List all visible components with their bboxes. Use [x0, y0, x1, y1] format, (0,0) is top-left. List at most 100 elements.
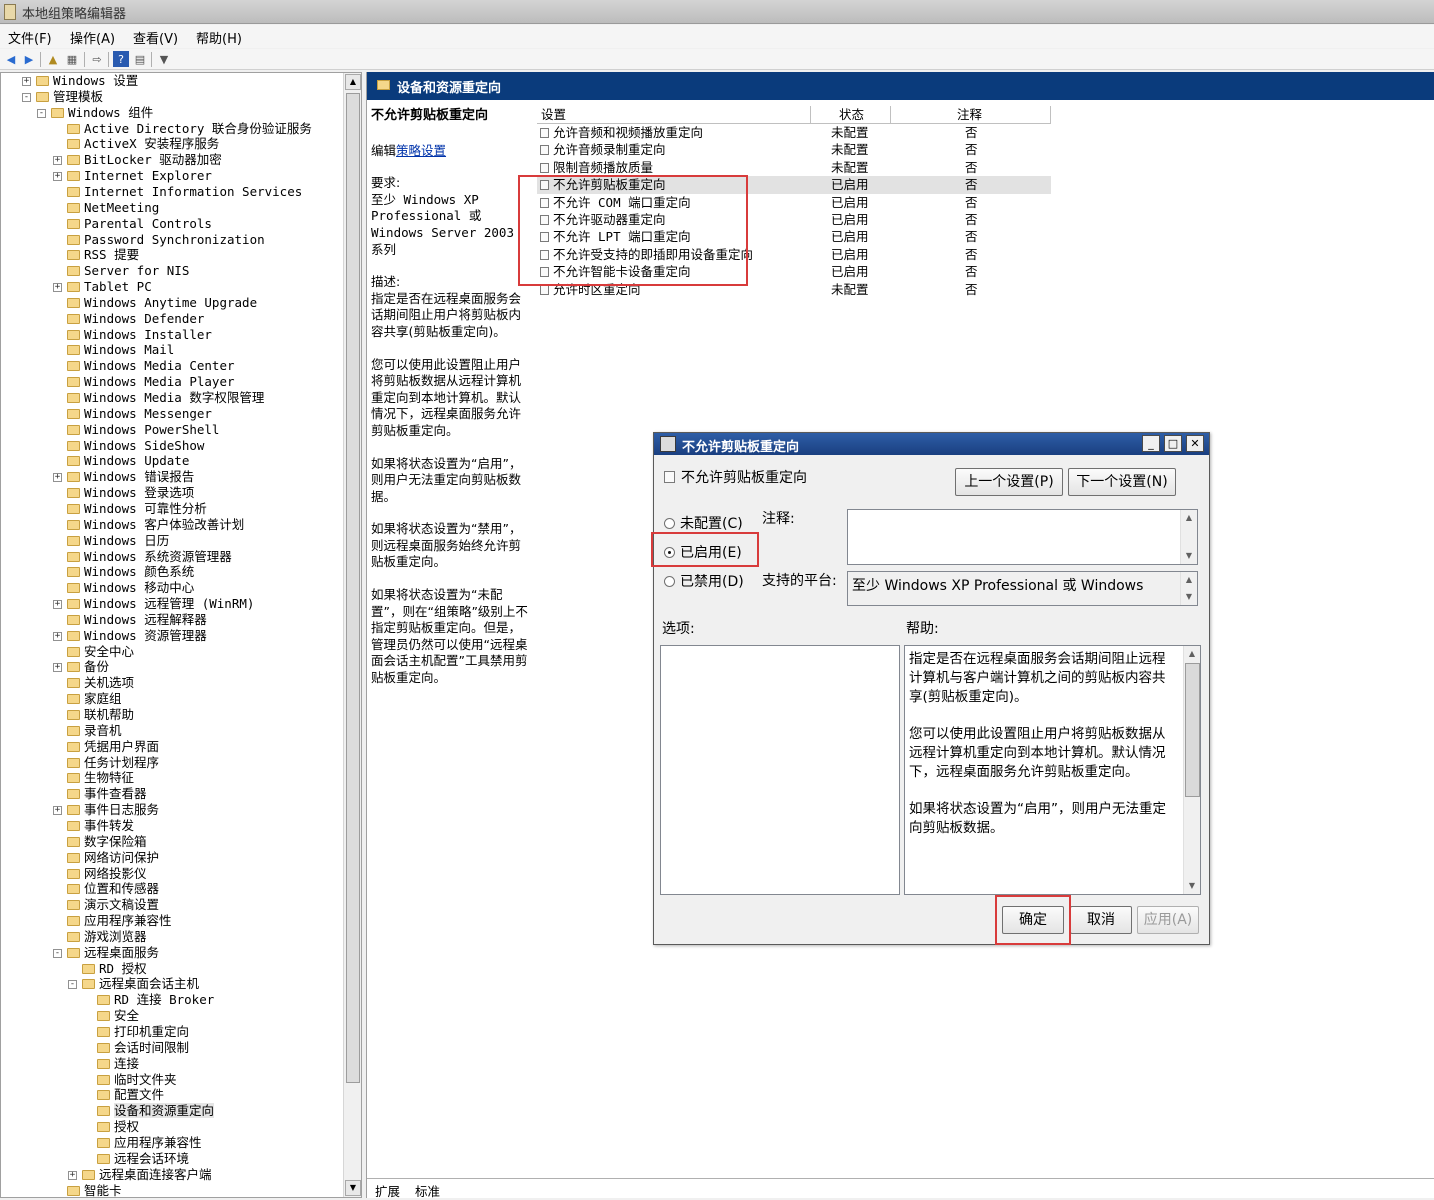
tree-item[interactable]: 应用程序兼容性 [67, 913, 172, 929]
tree-item[interactable]: Windows 移动中心 [67, 580, 194, 596]
tree-item[interactable]: 安全 [97, 1008, 139, 1024]
tree-item[interactable]: 远程会话环境 [97, 1151, 189, 1167]
tree-item[interactable]: Windows Defender [67, 311, 204, 327]
expand-icon[interactable]: + [53, 473, 62, 483]
previous-setting-button[interactable]: 上一个设置(P) [955, 468, 1063, 496]
tree-item[interactable]: 配置文件 [97, 1087, 164, 1103]
tree-item[interactable]: 临时文件夹 [97, 1072, 177, 1088]
tree-item[interactable]: + 备份 [53, 659, 109, 675]
tree-item[interactable]: Active Directory 联合身份验证服务 [67, 121, 312, 137]
tree-item[interactable]: Windows PowerShell [67, 422, 219, 438]
tree-item[interactable]: Windows 客户体验改善计划 [67, 517, 244, 533]
tree-item[interactable]: 家庭组 [67, 691, 122, 707]
edit-policy-link[interactable]: 策略设置 [396, 143, 446, 158]
tab-standard[interactable]: 标准 [411, 1181, 444, 1200]
menu-file[interactable]: 文件(F) [8, 28, 52, 47]
menu-view[interactable]: 查看(V) [133, 28, 178, 47]
forward-icon[interactable]: ▶ [21, 51, 37, 67]
tree-item[interactable]: 位置和传感器 [67, 881, 159, 897]
tree-item[interactable]: 应用程序兼容性 [97, 1135, 202, 1151]
tree-item[interactable]: + Windows 远程管理 (WinRM) [53, 596, 254, 612]
tree-item[interactable]: + Windows 资源管理器 [53, 628, 207, 644]
tree-item[interactable]: Internet Information Services [67, 184, 302, 200]
tree-item[interactable]: 数字保险箱 [67, 834, 147, 850]
col-header-note[interactable]: 注释 [891, 106, 1051, 124]
tree-item[interactable]: 事件转发 [67, 818, 134, 834]
tree-item[interactable]: RD 连接 Broker [97, 992, 214, 1008]
help-icon[interactable]: ? [113, 51, 129, 67]
tree-item[interactable]: Windows 日历 [67, 533, 169, 549]
back-icon[interactable]: ◀ [3, 51, 19, 67]
tree-item[interactable]: Server for NIS [67, 263, 189, 279]
tree-item[interactable]: + BitLocker 驱动器加密 [53, 152, 222, 168]
tree-item[interactable]: Windows Update [67, 453, 189, 469]
tree-item[interactable]: 连接 [97, 1056, 139, 1072]
tree-item[interactable]: 凭据用户界面 [67, 739, 159, 755]
collapse-icon[interactable]: - [68, 980, 77, 990]
tree-item[interactable]: - 远程桌面会话主机 [68, 976, 199, 992]
radio-disabled[interactable]: 已禁用(D) [664, 571, 744, 591]
tree-item[interactable]: Windows 颜色系统 [67, 564, 194, 580]
scroll-thumb[interactable] [346, 93, 360, 1083]
minimize-icon[interactable]: _ [1142, 435, 1160, 452]
collapse-icon[interactable]: - [53, 948, 62, 958]
scroll-down-icon[interactable]: ▼ [1184, 878, 1200, 894]
tree-item[interactable]: Windows 可靠性分析 [67, 501, 207, 517]
tree-item[interactable]: + Windows 设置 [22, 73, 138, 89]
tree-item[interactable]: + Tablet PC [53, 279, 152, 295]
tree-item[interactable]: Windows Media Player [67, 374, 235, 390]
tree-item[interactable]: 录音机 [67, 723, 122, 739]
tree-item[interactable]: + 事件日志服务 [53, 802, 159, 818]
maximize-icon[interactable]: □ [1164, 435, 1182, 452]
up-folder-icon[interactable]: ▲ [45, 51, 61, 67]
expand-icon[interactable]: + [22, 77, 31, 86]
help-scrollbar[interactable]: ▲ ▼ [1183, 646, 1200, 894]
tree-item[interactable]: - 管理模板 [22, 89, 103, 105]
col-header-setting[interactable]: 设置 [537, 106, 811, 124]
tree-item[interactable]: 生物特征 [67, 770, 134, 786]
collapse-icon[interactable]: - [22, 92, 31, 102]
expand-icon[interactable]: + [53, 172, 62, 182]
tree-item[interactable]: Windows Messenger [67, 406, 212, 422]
scroll-up-icon[interactable]: ▲ [1181, 572, 1197, 588]
expand-icon[interactable]: + [53, 156, 62, 166]
tree-item[interactable]: + Windows 错误报告 [53, 469, 194, 485]
expand-icon[interactable]: + [53, 600, 62, 610]
tree-item[interactable]: 打印机重定向 [97, 1024, 189, 1040]
expand-icon[interactable]: + [68, 1170, 77, 1180]
tree-item[interactable]: Windows SideShow [67, 438, 204, 454]
tree-item[interactable]: 关机选项 [67, 675, 134, 691]
tree-item[interactable]: 智能卡 [67, 1183, 122, 1197]
table-row[interactable]: 限制音频播放质量 未配置 否 [537, 159, 1051, 176]
tree-item[interactable]: RD 授权 [82, 961, 147, 977]
comment-field[interactable]: ▲ ▼ [847, 509, 1198, 565]
show-tree-icon[interactable]: ▦ [64, 51, 80, 67]
tree-item[interactable]: Windows 登录选项 [67, 485, 194, 501]
tree-item[interactable]: - Windows 组件 [37, 105, 153, 121]
scroll-down-icon[interactable]: ▼ [345, 1180, 361, 1196]
tree-item[interactable]: Windows 远程解释器 [67, 612, 207, 628]
tree-item[interactable]: 安全中心 [67, 644, 134, 660]
table-row[interactable]: 允许音频和视频播放重定向 未配置 否 [537, 124, 1051, 141]
close-icon[interactable]: ✕ [1186, 435, 1204, 452]
expand-icon[interactable]: + [53, 806, 62, 816]
tree-item[interactable]: 事件查看器 [67, 786, 147, 802]
tree-item[interactable]: 游戏浏览器 [67, 929, 147, 945]
tree-item[interactable]: 任务计划程序 [67, 755, 159, 771]
tree-item[interactable]: Windows Mail [67, 342, 174, 358]
expand-icon[interactable]: + [53, 283, 62, 293]
tree-item[interactable]: 网络投影仪 [67, 866, 147, 882]
scroll-up-icon[interactable]: ▲ [345, 74, 361, 90]
export-list-icon[interactable]: ⇨ [89, 51, 105, 67]
tab-extended[interactable]: 扩展 [371, 1181, 404, 1200]
filter-icon[interactable]: ▼ [156, 51, 172, 67]
tree-scrollbar[interactable]: ▲ ▼ [343, 73, 361, 1197]
radio-not-configured[interactable]: 未配置(C) [664, 513, 743, 533]
expand-icon[interactable]: + [53, 663, 62, 673]
tree-item[interactable]: 设备和资源重定向 [97, 1103, 215, 1119]
scroll-up-icon[interactable]: ▲ [1181, 510, 1197, 526]
properties-icon[interactable]: ▤ [132, 51, 148, 67]
scroll-up-icon[interactable]: ▲ [1184, 646, 1200, 662]
expand-icon[interactable]: + [53, 631, 62, 641]
tree-item[interactable]: RSS 提要 [67, 247, 139, 263]
